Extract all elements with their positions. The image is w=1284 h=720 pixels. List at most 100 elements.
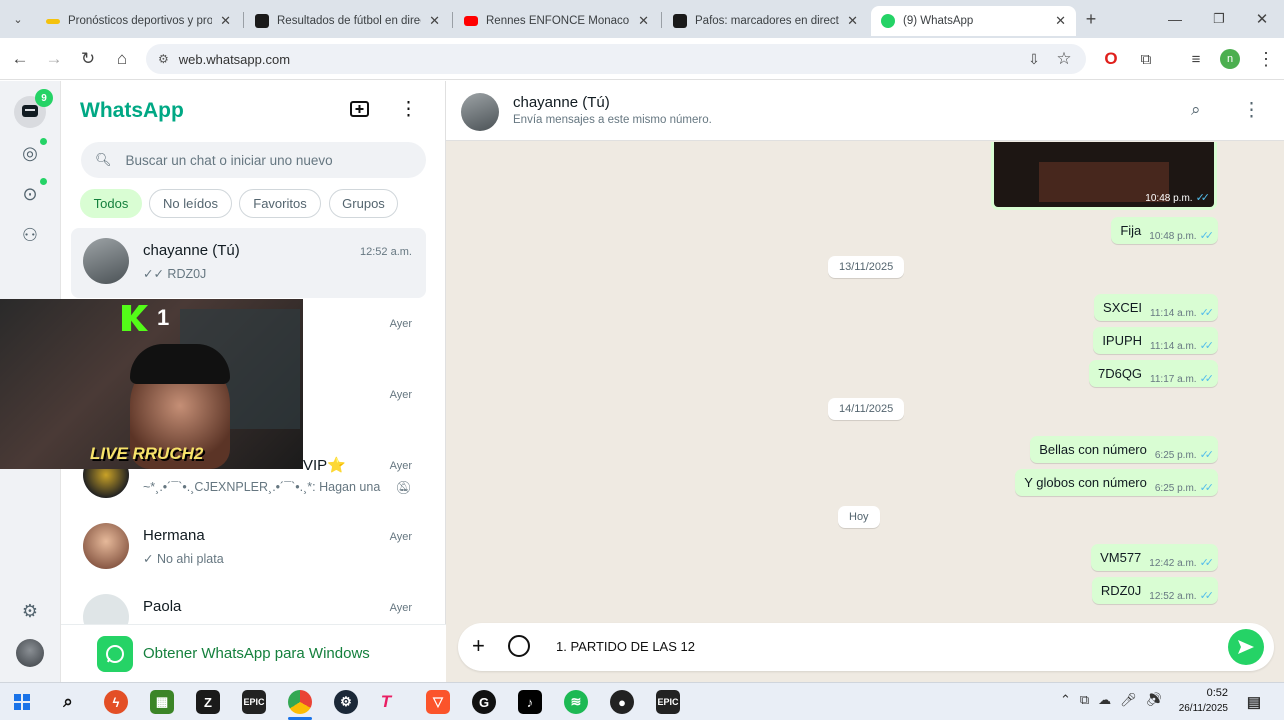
tab-close-icon[interactable]: ✕ (1055, 13, 1066, 29)
message-input[interactable]: 1. PARTIDO DE LAS 12 (556, 639, 695, 654)
send-button[interactable] (1228, 629, 1264, 665)
spotify-icon[interactable]: ≋ (564, 690, 588, 714)
read-receipt-icon: ✓✓ (1199, 449, 1215, 461)
new-tab-button[interactable]: + (1079, 7, 1103, 31)
image-message[interactable]: 10:48 p.m. ✓✓ (991, 142, 1217, 210)
browser-menu-icon[interactable]: ⋮ (1254, 47, 1278, 71)
site-info-icon[interactable]: ⚙ (158, 52, 169, 66)
search-input[interactable]: 🔍︎ Buscar un chat o iniciar uno nuevo (81, 142, 426, 178)
filter-favorites-chip[interactable]: Favoritos (239, 189, 321, 218)
browser-tab-2[interactable]: Resultados de fútbol en direc ✕ (245, 6, 450, 36)
app-record-icon[interactable]: ● (610, 690, 634, 714)
channels-icon[interactable]: ⊙ (16, 180, 44, 208)
conversation-header[interactable]: chayanne (Tú) Envía mensajes a este mism… (446, 81, 1284, 141)
forward-button[interactable]: → (42, 47, 66, 71)
brave-icon[interactable]: ▽ (426, 690, 450, 714)
app-t-icon[interactable]: T (374, 690, 398, 714)
browser-tab-3[interactable]: Rennes ENFONCE Monaco r ✕ (454, 6, 659, 36)
muted-bell-icon: 🔕︎ (395, 480, 412, 495)
browser-tab-strip: ⌄ Pronósticos deportivos y pro ✕ Resulta… (0, 0, 1284, 38)
install-app-icon[interactable]: ⇩ (1022, 47, 1046, 71)
close-window-button[interactable]: ✕ (1250, 7, 1274, 31)
tab-title: Pafos: marcadores en directo (695, 15, 840, 27)
profile-avatar[interactable]: n (1218, 47, 1242, 71)
tab-title: (9) WhatsApp (903, 15, 974, 27)
date-separator: 13/11/2025 (828, 256, 905, 278)
filter-all-chip[interactable]: Todos (80, 189, 142, 218)
browser-tab-whatsapp[interactable]: (9) WhatsApp ✕ (871, 6, 1076, 36)
get-app-label: Obtener WhatsApp para Windows (143, 645, 370, 662)
get-windows-app-banner[interactable]: Obtener WhatsApp para Windows (61, 624, 446, 682)
chrome-icon[interactable] (288, 690, 312, 714)
opera-extension-icon[interactable]: O (1099, 47, 1123, 71)
app-icon[interactable]: Z (196, 690, 220, 714)
browser-tab-1[interactable]: Pronósticos deportivos y pro ✕ (36, 6, 241, 36)
kick-logo-icon (122, 305, 148, 331)
search-in-chat-icon[interactable]: ⌕ (1191, 100, 1201, 120)
tab-favicon (46, 18, 60, 24)
read-receipt-icon: ✓✓ (1199, 307, 1215, 319)
filter-unread-chip[interactable]: No leídos (149, 189, 232, 218)
contact-avatar[interactable] (461, 93, 499, 131)
restore-button[interactable]: ❐ (1207, 7, 1231, 31)
windows-start-icon[interactable] (10, 690, 34, 714)
minecraft-icon[interactable]: ▦ (150, 690, 174, 714)
bookmark-star-icon[interactable]: ☆ (1052, 47, 1076, 71)
tab-close-icon[interactable]: ✕ (429, 13, 440, 29)
tab-favicon (673, 14, 687, 28)
app-g-icon[interactable]: G (472, 690, 496, 714)
send-icon (1238, 640, 1254, 654)
message-bubble[interactable]: IPUPH 11:14 a.m. ✓✓ (1093, 327, 1218, 354)
epic-games-icon[interactable]: EPIC (656, 690, 680, 714)
clock-date: 26/11/2025 (1178, 703, 1228, 714)
steam-icon[interactable]: ⚙ (334, 690, 358, 714)
settings-gear-icon[interactable]: ⚙ (16, 597, 44, 625)
chat-row-hermana[interactable]: Hermana ✓ No ahi plata Ayer (71, 513, 426, 583)
minimize-button[interactable]: — (1163, 7, 1187, 31)
reload-button[interactable]: ↻ (76, 47, 100, 71)
tiktok-icon[interactable]: ♪ (518, 690, 542, 714)
message-bubble[interactable]: Bellas con número 6:25 p.m. ✓✓ (1030, 436, 1218, 463)
tab-title: Rennes ENFONCE Monaco r (486, 15, 631, 27)
extensions-puzzle-icon[interactable]: ⧉ (1134, 47, 1158, 71)
browser-toolbar: ← → ↻ ⌂ ⚙ web.whatsapp.com ⇩ ☆ O ⧉ ≡ n ⋮ (0, 38, 1284, 80)
media-control-icon[interactable]: ≡ (1184, 47, 1208, 71)
chat-last-message: ~*¸.•´¯`•.¸CJEXNPLER¸.•´¯`•.¸*: Hagan un… (143, 480, 381, 494)
channels-dot (40, 178, 47, 185)
url-text: web.whatsapp.com (178, 51, 291, 67)
message-bubble[interactable]: SXCEI 11:14 a.m. ✓✓ (1094, 294, 1218, 321)
new-chat-icon[interactable] (350, 100, 374, 124)
stream-counter: 1 (157, 305, 170, 330)
search-icon[interactable]: ⌕ (56, 690, 80, 714)
address-bar[interactable]: ⚙ web.whatsapp.com (146, 44, 1086, 74)
filter-groups-chip[interactable]: Grupos (329, 189, 398, 218)
home-button[interactable]: ⌂ (110, 47, 134, 71)
whatsapp-logo-icon (97, 635, 133, 672)
communities-icon[interactable]: ⚇ (16, 221, 44, 249)
chat-menu-icon[interactable]: ⋮ (1242, 99, 1261, 122)
chat-avatar (83, 523, 129, 569)
attach-plus-icon[interactable]: + (472, 635, 485, 657)
message-bubble[interactable]: 7D6QG 11:17 a.m. ✓✓ (1088, 360, 1218, 387)
tab-search-icon[interactable]: ⌄ (6, 7, 30, 31)
epic-games-icon[interactable]: EPIC (242, 690, 266, 714)
notifications-icon[interactable]: ▤ (1242, 690, 1266, 714)
tab-close-icon[interactable]: ✕ (220, 13, 231, 29)
system-tray-icons[interactable]: ⌃⧉☁🎤︎🔊︎ (1060, 692, 1171, 708)
game-launcher-icon[interactable]: ϟ (104, 690, 128, 714)
list-menu-icon[interactable]: ⋮ (399, 98, 418, 121)
message-bubble[interactable]: RDZ0J 12:52 a.m. ✓✓ (1091, 577, 1218, 604)
message-bubble[interactable]: VM577 12:42 a.m. ✓✓ (1091, 544, 1218, 571)
tab-close-icon[interactable]: ✕ (847, 13, 858, 29)
chat-name: Hermana (143, 527, 205, 544)
message-bubble[interactable]: Y globos con número 6:25 p.m. ✓✓ (1015, 469, 1218, 496)
back-button[interactable]: ← (8, 47, 32, 71)
own-profile-avatar[interactable] (16, 639, 44, 667)
tab-close-icon[interactable]: ✕ (638, 13, 649, 29)
browser-tab-4[interactable]: Pafos: marcadores en directo ✕ (663, 6, 868, 36)
chat-last-message: ✓ No ahi plata (143, 552, 224, 566)
message-bubble[interactable]: Fija 10:48 p.m. ✓✓ (1111, 217, 1218, 244)
chat-row-self[interactable]: chayanne (Tú) ✓✓ RDZ0J 12:52 a.m. (71, 228, 426, 298)
sticker-emoji-icon[interactable] (508, 635, 530, 657)
whatsapp-brand-title: WhatsApp (80, 99, 184, 122)
